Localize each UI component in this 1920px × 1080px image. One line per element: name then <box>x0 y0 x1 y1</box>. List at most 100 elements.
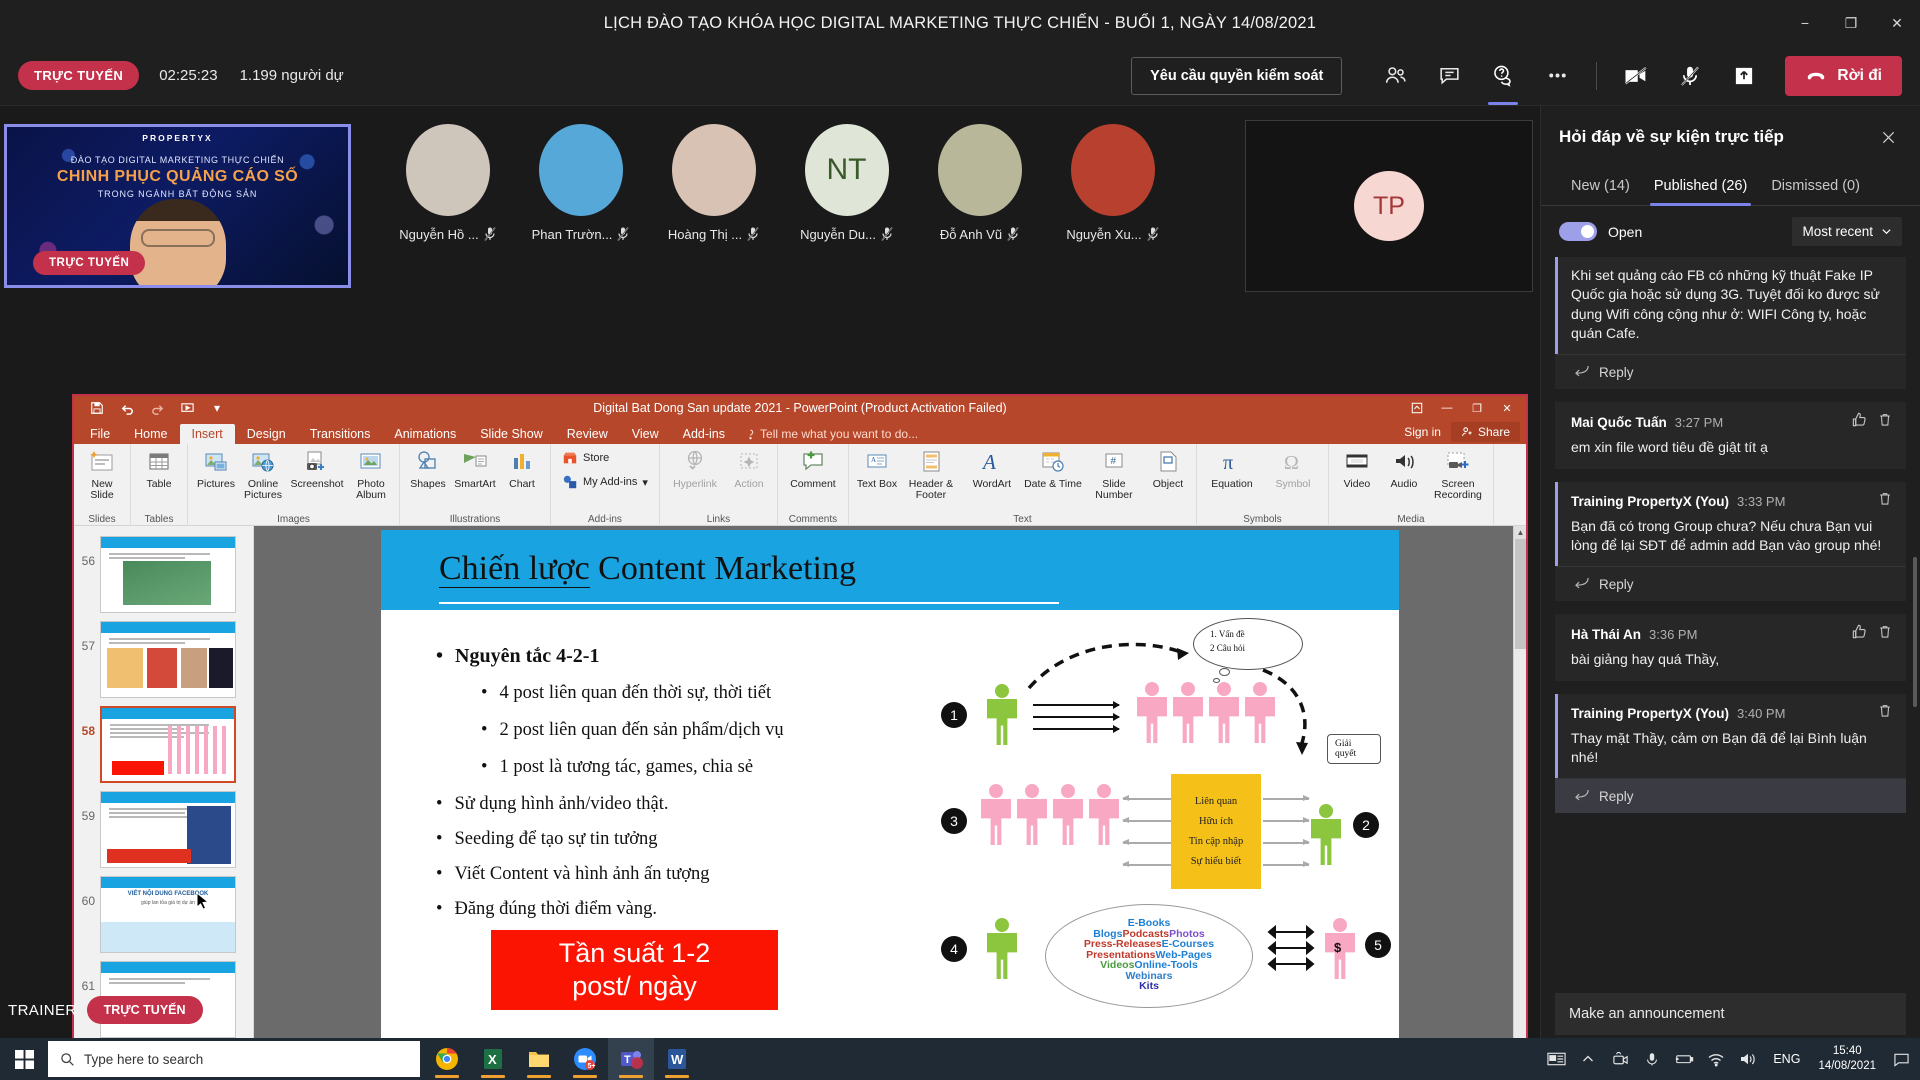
screenshot-button[interactable]: Screenshot <box>287 447 347 490</box>
like-icon[interactable] <box>1851 623 1868 645</box>
delete-icon[interactable] <box>1877 624 1893 645</box>
qa-scrollbar[interactable] <box>1913 557 1917 707</box>
pictures-button[interactable]: Pictures <box>193 447 239 490</box>
word-taskbar-icon[interactable]: W <box>654 1038 700 1080</box>
online-pictures-button[interactable]: Online Pictures <box>240 447 286 501</box>
reply-button[interactable]: Reply <box>1555 778 1906 814</box>
chevron-down-icon[interactable]: ▾ <box>642 476 648 489</box>
slide-thumbnail-preview[interactable] <box>100 791 236 868</box>
qa-message[interactable]: Training PropertyX (You) 3:33 PM Bạn đã có… <box>1555 481 1906 602</box>
mic-off-icon[interactable] <box>1663 54 1717 98</box>
slide-thumbnail[interactable]: 57 <box>74 617 253 702</box>
slide-thumbnail[interactable]: 58 <box>74 702 253 787</box>
participant-tile[interactable]: Nguyễn Hồ ... <box>399 124 496 242</box>
close-icon[interactable]: ✕ <box>1874 0 1920 46</box>
scroll-up-icon[interactable]: ▲ <box>1514 526 1526 539</box>
teams-taskbar-icon[interactable]: T <box>608 1038 654 1080</box>
qa-message[interactable]: Mai Quốc Tuấn 3:27 PM em xin file word tiê… <box>1555 402 1906 469</box>
table-button[interactable]: Table <box>136 447 182 490</box>
slide-thumbnail-preview[interactable]: VIẾT NỘI DUNG FACEBOOK giúp lan tỏa giá t… <box>100 876 236 953</box>
qa-message[interactable]: Hà Thái An 3:36 PM bài giảng hay quá Thầy, <box>1555 614 1906 681</box>
ppt-close-icon[interactable]: ✕ <box>1492 397 1522 419</box>
chart-button[interactable]: Chart <box>499 447 545 490</box>
chrome-taskbar-icon[interactable] <box>424 1038 470 1080</box>
wordart-button[interactable]: A WordArt <box>962 447 1022 490</box>
leave-button[interactable]: Rời đi <box>1785 55 1902 96</box>
chat-icon[interactable] <box>1422 54 1476 98</box>
delete-icon[interactable] <box>1877 412 1893 433</box>
participant-tile[interactable]: Nguyễn Xu... <box>1065 124 1160 242</box>
file-explorer-taskbar-icon[interactable] <box>516 1038 562 1080</box>
close-icon[interactable] <box>1874 123 1902 151</box>
save-icon[interactable] <box>82 397 112 419</box>
clock[interactable]: 15:40 14/08/2021 <box>1810 1044 1884 1074</box>
ppt-tab-home[interactable]: Home <box>122 424 179 444</box>
date-time-button[interactable]: Date & Time <box>1023 447 1083 490</box>
ppt-share-button[interactable]: Share <box>1450 422 1520 442</box>
start-slideshow-icon[interactable] <box>172 397 202 419</box>
sign-in-link[interactable]: Sign in <box>1404 425 1441 439</box>
equation-button[interactable]: π Equation <box>1202 447 1262 490</box>
slide-thumbnail-preview[interactable] <box>100 621 236 698</box>
qa-message[interactable]: Training PropertyX (You) 3:40 PM Thay mặt … <box>1555 693 1906 814</box>
mic-icon[interactable] <box>1637 1038 1667 1080</box>
presenter-video-tile[interactable]: PROPERTYX ĐÀO TẠO DIGITAL MARKETING THỰC… <box>4 124 351 288</box>
participant-tile[interactable]: Hoàng Thị ... <box>666 124 761 242</box>
ppt-restore-icon[interactable]: ❐ <box>1462 397 1492 419</box>
ppt-tab-design[interactable]: Design <box>235 424 298 444</box>
slide-thumbnail-preview[interactable] <box>100 706 236 783</box>
customize-icon[interactable]: ▾ <box>202 397 232 419</box>
screen-recording-button[interactable]: Screen Recording <box>1428 447 1488 501</box>
undo-icon[interactable] <box>112 397 142 419</box>
participant-tile[interactable]: NT Nguyễn Du... <box>799 124 894 242</box>
ppt-tab-slide-show[interactable]: Slide Show <box>468 424 555 444</box>
volume-icon[interactable] <box>1733 1038 1763 1080</box>
participant-tile[interactable]: Phan Trườn... <box>532 124 629 242</box>
comment-button[interactable]: Comment <box>783 447 843 490</box>
excel-taskbar-icon[interactable]: X <box>470 1038 516 1080</box>
ppt-tab-review[interactable]: Review <box>555 424 620 444</box>
show-hidden-icons-icon[interactable] <box>1573 1038 1603 1080</box>
video-button[interactable]: Video <box>1334 447 1380 490</box>
photo-album-button[interactable]: Photo Album <box>348 447 394 501</box>
request-control-button[interactable]: Yêu cầu quyền kiểm soát <box>1131 56 1343 95</box>
sort-dropdown[interactable]: Most recent <box>1792 217 1902 246</box>
news-icon[interactable] <box>1541 1038 1571 1080</box>
tell-me-box[interactable]: Tell me what you want to do... <box>737 424 926 444</box>
slide-thumbnail-preview[interactable] <box>100 536 236 613</box>
ppt-tab-insert[interactable]: Insert <box>179 424 235 444</box>
camera-icon[interactable] <box>1605 1038 1635 1080</box>
announcement-input[interactable]: Make an announcement <box>1555 993 1906 1035</box>
ppt-tab-transitions[interactable]: Transitions <box>298 424 383 444</box>
shapes-button[interactable]: Shapes <box>405 447 451 490</box>
slide-number-button[interactable]: # Slide Number <box>1084 447 1144 501</box>
smartart-button[interactable]: SmartArt <box>452 447 498 490</box>
open-toggle[interactable] <box>1559 222 1597 241</box>
qa-icon[interactable] <box>1476 54 1530 98</box>
delete-icon[interactable] <box>1877 703 1893 724</box>
header-footer-button[interactable]: Header & Footer <box>901 447 961 501</box>
redo-icon[interactable] <box>142 397 172 419</box>
people-icon[interactable] <box>1368 54 1422 98</box>
spotlight-tile[interactable]: TP <box>1245 120 1533 292</box>
slide-thumbnail[interactable]: 60 VIẾT NỘI DUNG FACEBOOK giúp lan tỏa giá… <box>74 872 253 957</box>
slide-editing-area[interactable]: Chiến lược Content Marketing • Nguyên tắc… <box>254 526 1526 1080</box>
store-button[interactable]: Store <box>558 448 652 468</box>
object-button[interactable]: Object <box>1145 447 1191 490</box>
action-center-icon[interactable] <box>1886 1038 1916 1080</box>
camera-off-icon[interactable] <box>1609 54 1663 98</box>
battery-icon[interactable] <box>1669 1038 1699 1080</box>
start-button[interactable] <box>0 1038 48 1080</box>
ribbon-display-options-icon[interactable] <box>1402 397 1432 419</box>
qa-tab[interactable]: Dismissed (0) <box>1759 168 1872 205</box>
minimize-icon[interactable]: − <box>1782 0 1828 46</box>
ppt-tab-animations[interactable]: Animations <box>382 424 468 444</box>
wifi-icon[interactable] <box>1701 1038 1731 1080</box>
maximize-icon[interactable]: ❐ <box>1828 0 1874 46</box>
slide-vertical-scrollbar[interactable]: ▲ ▼ ⌃ ⌄ <box>1513 526 1526 1080</box>
ppt-minimize-icon[interactable]: — <box>1432 397 1462 419</box>
slide-thumbnail[interactable]: 59 <box>74 787 253 872</box>
reply-button[interactable]: Reply <box>1555 566 1906 602</box>
my-addins-button[interactable]: My Add-ins ▾ <box>558 472 652 492</box>
participant-tile[interactable]: Đỗ Anh Vũ <box>932 124 1027 242</box>
